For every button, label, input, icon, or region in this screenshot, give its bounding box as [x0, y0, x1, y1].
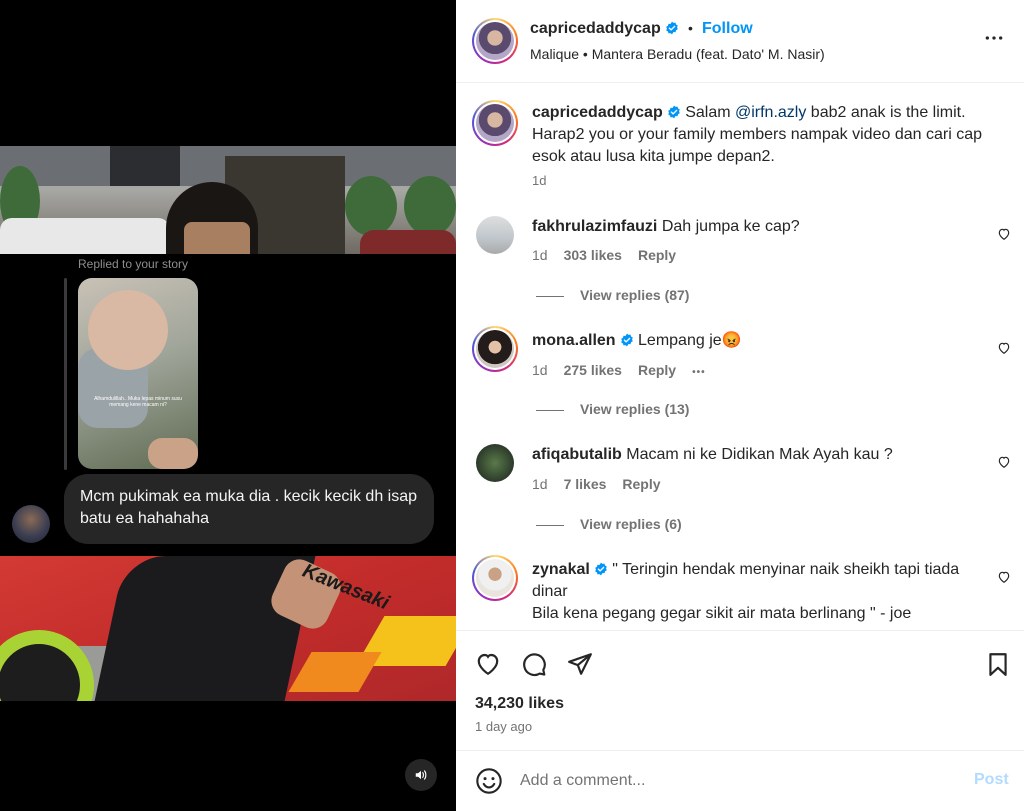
verified-icon: [667, 105, 680, 119]
replied-to-story-label: Replied to your story: [78, 257, 189, 271]
comments-list[interactable]: capricedaddycap Salam @irfn.azly bab2 an…: [456, 84, 1024, 630]
comment-like-heart-icon[interactable]: [997, 570, 1011, 584]
story-caption: Alhamdulillah.. Muka lepas minum susu me…: [94, 396, 182, 408]
view-replies-label[interactable]: View replies (87): [580, 287, 689, 303]
caption-text-before: Salam: [685, 104, 735, 121]
comment-body: mona.allen Lempang je😡: [532, 330, 972, 352]
save-bookmark-icon[interactable]: [985, 651, 1011, 677]
comment-more-options[interactable]: •••: [692, 367, 706, 378]
commenter-avatar[interactable]: [472, 326, 518, 372]
comment-text: Lempang je😡: [638, 332, 742, 349]
post-media[interactable]: Replied to your story Alhamdulillah.. Mu…: [0, 0, 456, 811]
photo-bottom-motorbike: Kawasaki: [0, 556, 456, 701]
comment-reply-button[interactable]: Reply: [638, 247, 676, 263]
view-replies-label[interactable]: View replies (13): [580, 401, 689, 417]
caption-username[interactable]: capricedaddycap: [532, 104, 663, 121]
speaker-icon: [415, 770, 427, 780]
music-track[interactable]: Malique • Mantera Beradu (feat. Dato' M.…: [530, 46, 825, 62]
comment-like-heart-icon[interactable]: [997, 455, 1011, 469]
view-replies-button[interactable]: View replies (13): [536, 401, 689, 417]
message-bubble: Mcm pukimak ea muka dia . kecik kecik dh…: [64, 474, 434, 544]
comment-input[interactable]: [520, 769, 960, 793]
like-count[interactable]: 34,230 likes: [475, 695, 564, 713]
comment-reply-button[interactable]: Reply: [622, 476, 660, 492]
author-username[interactable]: capricedaddycap: [530, 20, 661, 37]
comment-like-heart-icon[interactable]: [997, 341, 1011, 355]
verified-icon: [595, 562, 607, 576]
commenter-avatar[interactable]: [476, 444, 514, 482]
caption-time[interactable]: 1d: [532, 173, 546, 188]
commenter-avatar[interactable]: [472, 555, 518, 601]
post-actions: 34,230 likes 1 day ago: [456, 630, 1024, 750]
comment-reply-button[interactable]: Reply: [638, 362, 676, 378]
caption-avatar[interactable]: [472, 100, 518, 146]
comment-time[interactable]: 1d: [532, 476, 548, 492]
verified-icon: [620, 333, 633, 347]
comment-time[interactable]: 1d: [532, 247, 548, 263]
comment-body: fakhrulazimfauzi Dah jumpa ke cap?: [532, 216, 972, 238]
more-options-icon[interactable]: [984, 28, 1004, 48]
sound-toggle-button[interactable]: [405, 759, 437, 791]
caption-mention-link[interactable]: @irfn.azly: [735, 104, 806, 121]
follow-button[interactable]: Follow: [702, 20, 753, 38]
comment-body: zynakal " Teringin hendak menyinar naik …: [532, 559, 978, 625]
story-thumbnail: Alhamdulillah.. Muka lepas minum susu me…: [78, 278, 198, 469]
photo-top-street: [0, 146, 456, 254]
view-replies-label[interactable]: View replies (6): [580, 516, 682, 532]
comment-likes[interactable]: 7 likes: [564, 476, 607, 492]
comment-composer: Post: [456, 750, 1024, 811]
share-send-icon[interactable]: [567, 651, 593, 677]
emoji-icon[interactable]: [475, 767, 503, 795]
comment-like-heart-icon[interactable]: [997, 227, 1011, 241]
post-caption: capricedaddycap Salam @irfn.azly bab2 an…: [532, 102, 994, 168]
comment-text-line2: Bila kena pegang gegar sikit air mata be…: [532, 605, 912, 622]
like-heart-icon[interactable]: [475, 651, 501, 677]
post-timestamp[interactable]: 1 day ago: [475, 719, 532, 734]
view-replies-button[interactable]: View replies (6): [536, 516, 682, 532]
comment-body: afiqabutalib Macam ni ke Didikan Mak Aya…: [532, 444, 972, 466]
reply-indicator-bar: [64, 278, 67, 470]
post-comment-button[interactable]: Post: [974, 771, 1009, 789]
comment-username[interactable]: zynakal: [532, 561, 590, 578]
message-sender-avatar: [12, 505, 50, 543]
comment-username[interactable]: mona.allen: [532, 332, 616, 349]
commenter-avatar[interactable]: [476, 216, 514, 254]
post-header: capricedaddycap • Follow Malique • Mante…: [456, 0, 1024, 83]
comment-time[interactable]: 1d: [532, 362, 548, 378]
comment-likes[interactable]: 275 likes: [564, 362, 622, 378]
comment-icon[interactable]: [521, 651, 547, 677]
comment-meta: 1d 303 likes Reply: [532, 247, 676, 263]
author-avatar[interactable]: [472, 18, 518, 64]
comment-text: Dah jumpa ke cap?: [661, 218, 800, 235]
view-replies-button[interactable]: View replies (87): [536, 287, 689, 303]
comment-likes[interactable]: 303 likes: [564, 247, 622, 263]
author-username-wrap[interactable]: capricedaddycap: [530, 20, 679, 38]
comment-meta: 1d 275 likes Reply •••: [532, 362, 706, 378]
comment-text: Macam ni ke Didikan Mak Ayah kau ?: [626, 446, 893, 463]
verified-icon: [665, 21, 678, 35]
post-side-panel: capricedaddycap • Follow Malique • Mante…: [456, 0, 1024, 811]
comment-username[interactable]: afiqabutalib: [532, 446, 622, 463]
comment-username[interactable]: fakhrulazimfauzi: [532, 218, 657, 235]
comment-meta: 1d 7 likes Reply: [532, 476, 661, 492]
header-dot: •: [688, 20, 693, 36]
